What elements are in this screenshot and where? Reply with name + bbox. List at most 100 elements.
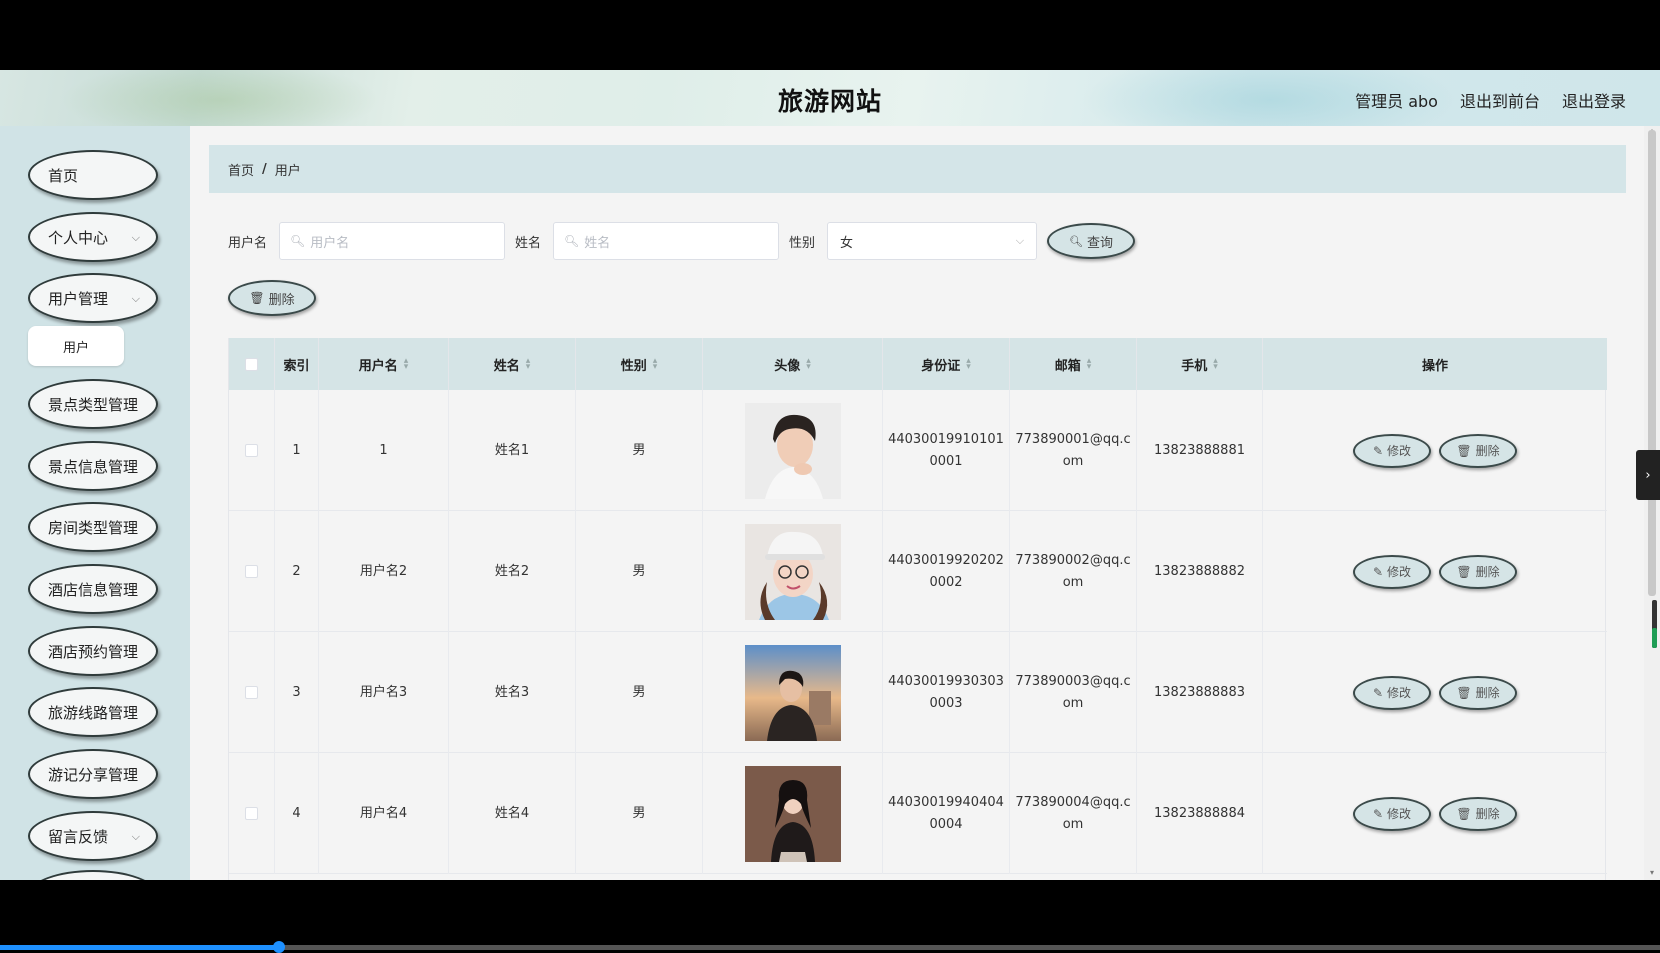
- top-header: 旅游网站 管理员 abo 退出到前台 退出登录: [0, 70, 1660, 126]
- logout-link[interactable]: 退出登录: [1562, 88, 1626, 112]
- sidebar-item-label: 酒店信息管理: [48, 580, 139, 599]
- scroll-down-icon[interactable]: ▾: [1644, 868, 1660, 880]
- search-icon: 🔍︎: [1069, 234, 1084, 248]
- breadcrumb-home[interactable]: 首页: [228, 160, 254, 179]
- column-header-id-card[interactable]: 身份证 ▴ ▾: [883, 338, 1010, 390]
- cell-actions: ✎ 修改 🗑︎ 删除: [1263, 390, 1607, 511]
- edit-button[interactable]: ✎ 修改: [1353, 675, 1431, 710]
- avatar-photo[interactable]: [744, 402, 841, 499]
- row-checkbox[interactable]: [245, 565, 258, 578]
- video-progress-fill: [0, 945, 279, 950]
- cell-email: 773890004@qq.c om: [1010, 753, 1137, 874]
- username-input[interactable]: 🔍︎ 用户名: [279, 222, 506, 260]
- delete-button[interactable]: 🗑︎ 删除: [1439, 675, 1517, 710]
- sidebar-item-label: 酒店预约管理: [48, 642, 139, 661]
- cell-phone: 13823888883: [1137, 632, 1263, 753]
- sidebar-item-scenic-info[interactable]: 景点信息管理: [28, 441, 158, 491]
- row-select-cell: [229, 390, 275, 511]
- column-header-name[interactable]: 姓名 ▴ ▾: [449, 338, 576, 390]
- back-to-front-link[interactable]: 退出到前台: [1460, 88, 1540, 112]
- cell-gender: 男: [576, 511, 703, 632]
- cell-id-card: 44030019920202 0002: [883, 511, 1010, 632]
- gender-select[interactable]: 女 ⌵: [827, 222, 1038, 260]
- table-header: 索引 用户名 ▴ ▾ 姓名 ▴ ▾ 性别 ▴ ▾ 头像 ▴ ▾ 身份证 ▴ ▾ 邮箱 ▴ ▾ 手机 ▴ ▾ …: [229, 338, 1607, 390]
- edit-icon: ✎: [1372, 564, 1384, 579]
- video-progress-handle[interactable]: [272, 941, 285, 953]
- id-card-line: 0002: [929, 574, 963, 590]
- column-header-email[interactable]: 邮箱 ▴ ▾: [1010, 338, 1137, 390]
- column-header-actions: 操作: [1263, 338, 1607, 390]
- column-header-index: 索引: [275, 338, 319, 390]
- sidebar-item-user-management[interactable]: 用户管理 ⌵: [28, 273, 158, 323]
- user-table: 索引 用户名 ▴ ▾ 姓名 ▴ ▾ 性别 ▴ ▾ 头像 ▴ ▾ 身份证 ▴ ▾ 邮箱 ▴ ▾ 手机 ▴ ▾ …: [228, 338, 1607, 880]
- sidebar-item-feedback[interactable]: 留言反馈 ⌵: [28, 811, 158, 861]
- id-card-line: 44030019930303: [888, 673, 1004, 689]
- cell-name: 姓名2: [449, 511, 576, 632]
- sort-icon: ▴ ▾: [966, 356, 971, 372]
- sort-icon: ▴ ▾: [652, 356, 658, 372]
- edit-button-label: 修改: [1387, 564, 1412, 579]
- column-header-gender[interactable]: 性别 ▴ ▾: [576, 338, 703, 390]
- sidebar-item-travel-notes[interactable]: 游记分享管理: [28, 749, 158, 799]
- delete-button[interactable]: 🗑︎ 删除: [1439, 796, 1517, 831]
- sort-icon: ▴ ▾: [525, 356, 531, 372]
- column-header-username[interactable]: 用户名 ▴ ▾: [319, 338, 449, 390]
- row-checkbox[interactable]: [245, 807, 258, 820]
- volume-indicator: [1652, 600, 1657, 648]
- side-panel-toggle[interactable]: ›: [1636, 450, 1660, 500]
- avatar-photo[interactable]: [744, 523, 841, 620]
- delete-button[interactable]: 🗑︎ 删除: [1439, 433, 1517, 468]
- column-header-label: 操作: [1421, 358, 1448, 374]
- gender-label: 性别: [789, 235, 816, 251]
- edit-icon: ✎: [1372, 685, 1384, 700]
- search-bar: 用户名 🔍︎ 用户名 姓名 🔍︎ 姓名 性别 女 ⌵ 🔍︎ 查询: [228, 221, 1136, 261]
- id-card-line: 44030019940404: [888, 794, 1004, 810]
- select-all-checkbox[interactable]: [245, 357, 258, 371]
- column-header-label: 用户名: [358, 358, 398, 374]
- sidebar-item-label: 景点信息管理: [48, 457, 139, 476]
- table-row: 3 用户名3 姓名3 男 44030019930303 0003 77389000…: [229, 632, 1607, 753]
- cell-id-card: 44030019910101 0001: [883, 390, 1010, 511]
- cell-index: 3: [275, 632, 319, 753]
- sidebar-item-scenic-type[interactable]: 景点类型管理: [28, 379, 158, 429]
- cell-gender: 男: [576, 390, 703, 511]
- cell-index: 4: [275, 753, 319, 874]
- vertical-scrollbar[interactable]: ▴ ▾: [1644, 126, 1660, 880]
- username-placeholder: 用户名: [310, 235, 350, 251]
- search-icon: 🔍︎: [290, 234, 306, 248]
- name-input[interactable]: 🔍︎ 姓名: [553, 222, 780, 260]
- sidebar-item-hotel-info[interactable]: 酒店信息管理: [28, 564, 158, 614]
- avatar-photo[interactable]: [744, 765, 841, 862]
- sidebar-item-label: 景点类型管理: [48, 395, 139, 414]
- edit-button[interactable]: ✎ 修改: [1353, 554, 1431, 589]
- row-checkbox[interactable]: [245, 686, 258, 699]
- row-checkbox[interactable]: [245, 444, 258, 457]
- sidebar-item-hotel-booking[interactable]: 酒店预约管理: [28, 626, 158, 676]
- edit-button[interactable]: ✎ 修改: [1353, 433, 1431, 468]
- id-card-line: 0003: [929, 695, 963, 711]
- scrollbar-thumb[interactable]: [1648, 130, 1656, 596]
- avatar-photo[interactable]: [744, 644, 841, 741]
- cell-name: 姓名4: [449, 753, 576, 874]
- delete-button-label: 删除: [1475, 564, 1500, 579]
- cell-email: 773890001@qq.c om: [1010, 390, 1137, 511]
- sidebar-item-more[interactable]: [28, 870, 158, 880]
- column-header-label: 性别: [620, 358, 647, 374]
- video-progress-bar[interactable]: [0, 941, 1660, 953]
- sidebar-item-home[interactable]: 首页: [28, 150, 158, 200]
- sidebar-item-personal-center[interactable]: 个人中心 ⌵: [28, 212, 158, 262]
- sidebar-item-room-type[interactable]: 房间类型管理: [28, 502, 158, 552]
- sidebar-item-label: 首页: [48, 166, 79, 185]
- sidebar-item-travel-route[interactable]: 旅游线路管理: [28, 687, 158, 737]
- query-button[interactable]: 🔍︎ 查询: [1047, 223, 1136, 259]
- chevron-down-icon: ⌵: [1015, 234, 1025, 247]
- edit-button[interactable]: ✎ 修改: [1353, 796, 1431, 831]
- batch-delete-button[interactable]: 🗑︎ 删除: [228, 280, 316, 316]
- column-header-avatar[interactable]: 头像 ▴ ▾: [703, 338, 883, 390]
- email-line: om: [1062, 695, 1084, 711]
- delete-button[interactable]: 🗑︎ 删除: [1439, 554, 1517, 589]
- delete-button-label: 删除: [268, 292, 295, 308]
- column-header-phone[interactable]: 手机 ▴ ▾: [1137, 338, 1263, 390]
- trash-icon: 🗑︎: [249, 291, 265, 305]
- sidebar-subitem-user[interactable]: 用户: [28, 326, 124, 366]
